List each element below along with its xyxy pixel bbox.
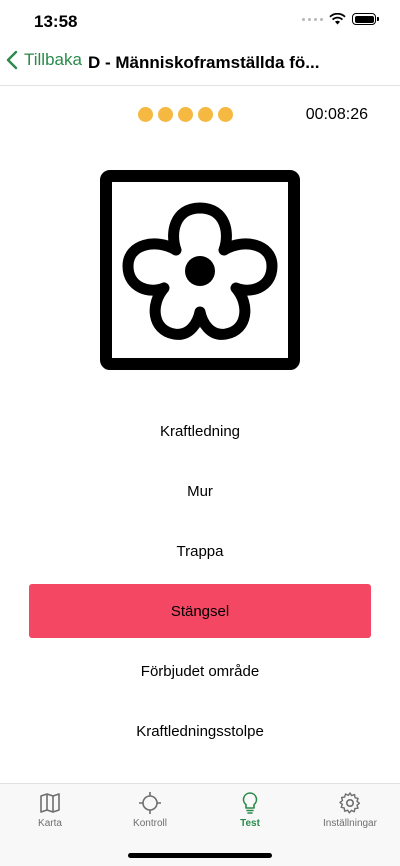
answer-label: Förbjudet område	[140, 662, 260, 680]
tab-label: Test	[240, 818, 260, 829]
answer-option[interactable]: Trappa	[29, 524, 371, 578]
page-title: D - Människoframställda fö...	[88, 53, 320, 72]
gear-icon	[339, 792, 361, 814]
tab-label: Inställningar	[323, 818, 377, 829]
answer-label: Mur	[187, 482, 213, 500]
tab-label: Kontroll	[133, 818, 167, 829]
back-label: Tillbaka	[24, 50, 82, 69]
progress-dot	[138, 107, 153, 122]
crosshair-icon	[139, 792, 161, 814]
progress-dot	[178, 107, 193, 122]
tab-karta[interactable]: Karta	[0, 791, 100, 829]
cellular-signal-icon	[302, 17, 323, 21]
answer-list: Kraftledning Mur Trappa Stängsel Förbjud…	[29, 404, 371, 764]
lightbulb-icon	[242, 792, 258, 814]
home-indicator	[128, 853, 272, 858]
tab-label: Karta	[38, 818, 62, 829]
wifi-icon	[329, 13, 346, 25]
tab-bar: Karta Kontroll Test Inställningar	[0, 783, 400, 866]
quiz-timer: 00:08:26	[305, 106, 368, 123]
answer-option[interactable]: Kraftledningsstolpe	[29, 704, 371, 758]
status-bar: 13:58	[0, 0, 400, 44]
answer-option[interactable]: Kraftledning	[29, 404, 371, 458]
flower-in-square-icon	[100, 170, 300, 370]
status-time: 13:58	[34, 12, 78, 31]
progress-dot	[198, 107, 213, 122]
tab-installningar[interactable]: Inställningar	[300, 791, 400, 829]
back-button[interactable]: Tillbaka	[6, 50, 82, 70]
answer-option[interactable]: Förbjudet område	[29, 644, 371, 698]
progress-dot	[218, 107, 233, 122]
chevron-left-icon	[6, 50, 18, 70]
answer-label: Stängsel	[170, 602, 230, 620]
battery-icon	[352, 13, 379, 25]
answer-label: Kraftledningsstolpe	[136, 722, 264, 740]
map-icon	[40, 793, 60, 813]
tab-test[interactable]: Test	[200, 791, 300, 829]
progress-dot	[158, 107, 173, 122]
answer-label: Kraftledning	[159, 422, 241, 440]
answer-option[interactable]: Mur	[29, 464, 371, 518]
answer-option-selected[interactable]: Stängsel	[29, 584, 371, 638]
tab-kontroll[interactable]: Kontroll	[100, 791, 200, 829]
progress-dots	[138, 107, 233, 122]
answer-label: Trappa	[176, 542, 224, 560]
navigation-bar: Tillbaka D - Människoframställda fö...	[0, 44, 400, 86]
status-icons	[302, 13, 379, 25]
